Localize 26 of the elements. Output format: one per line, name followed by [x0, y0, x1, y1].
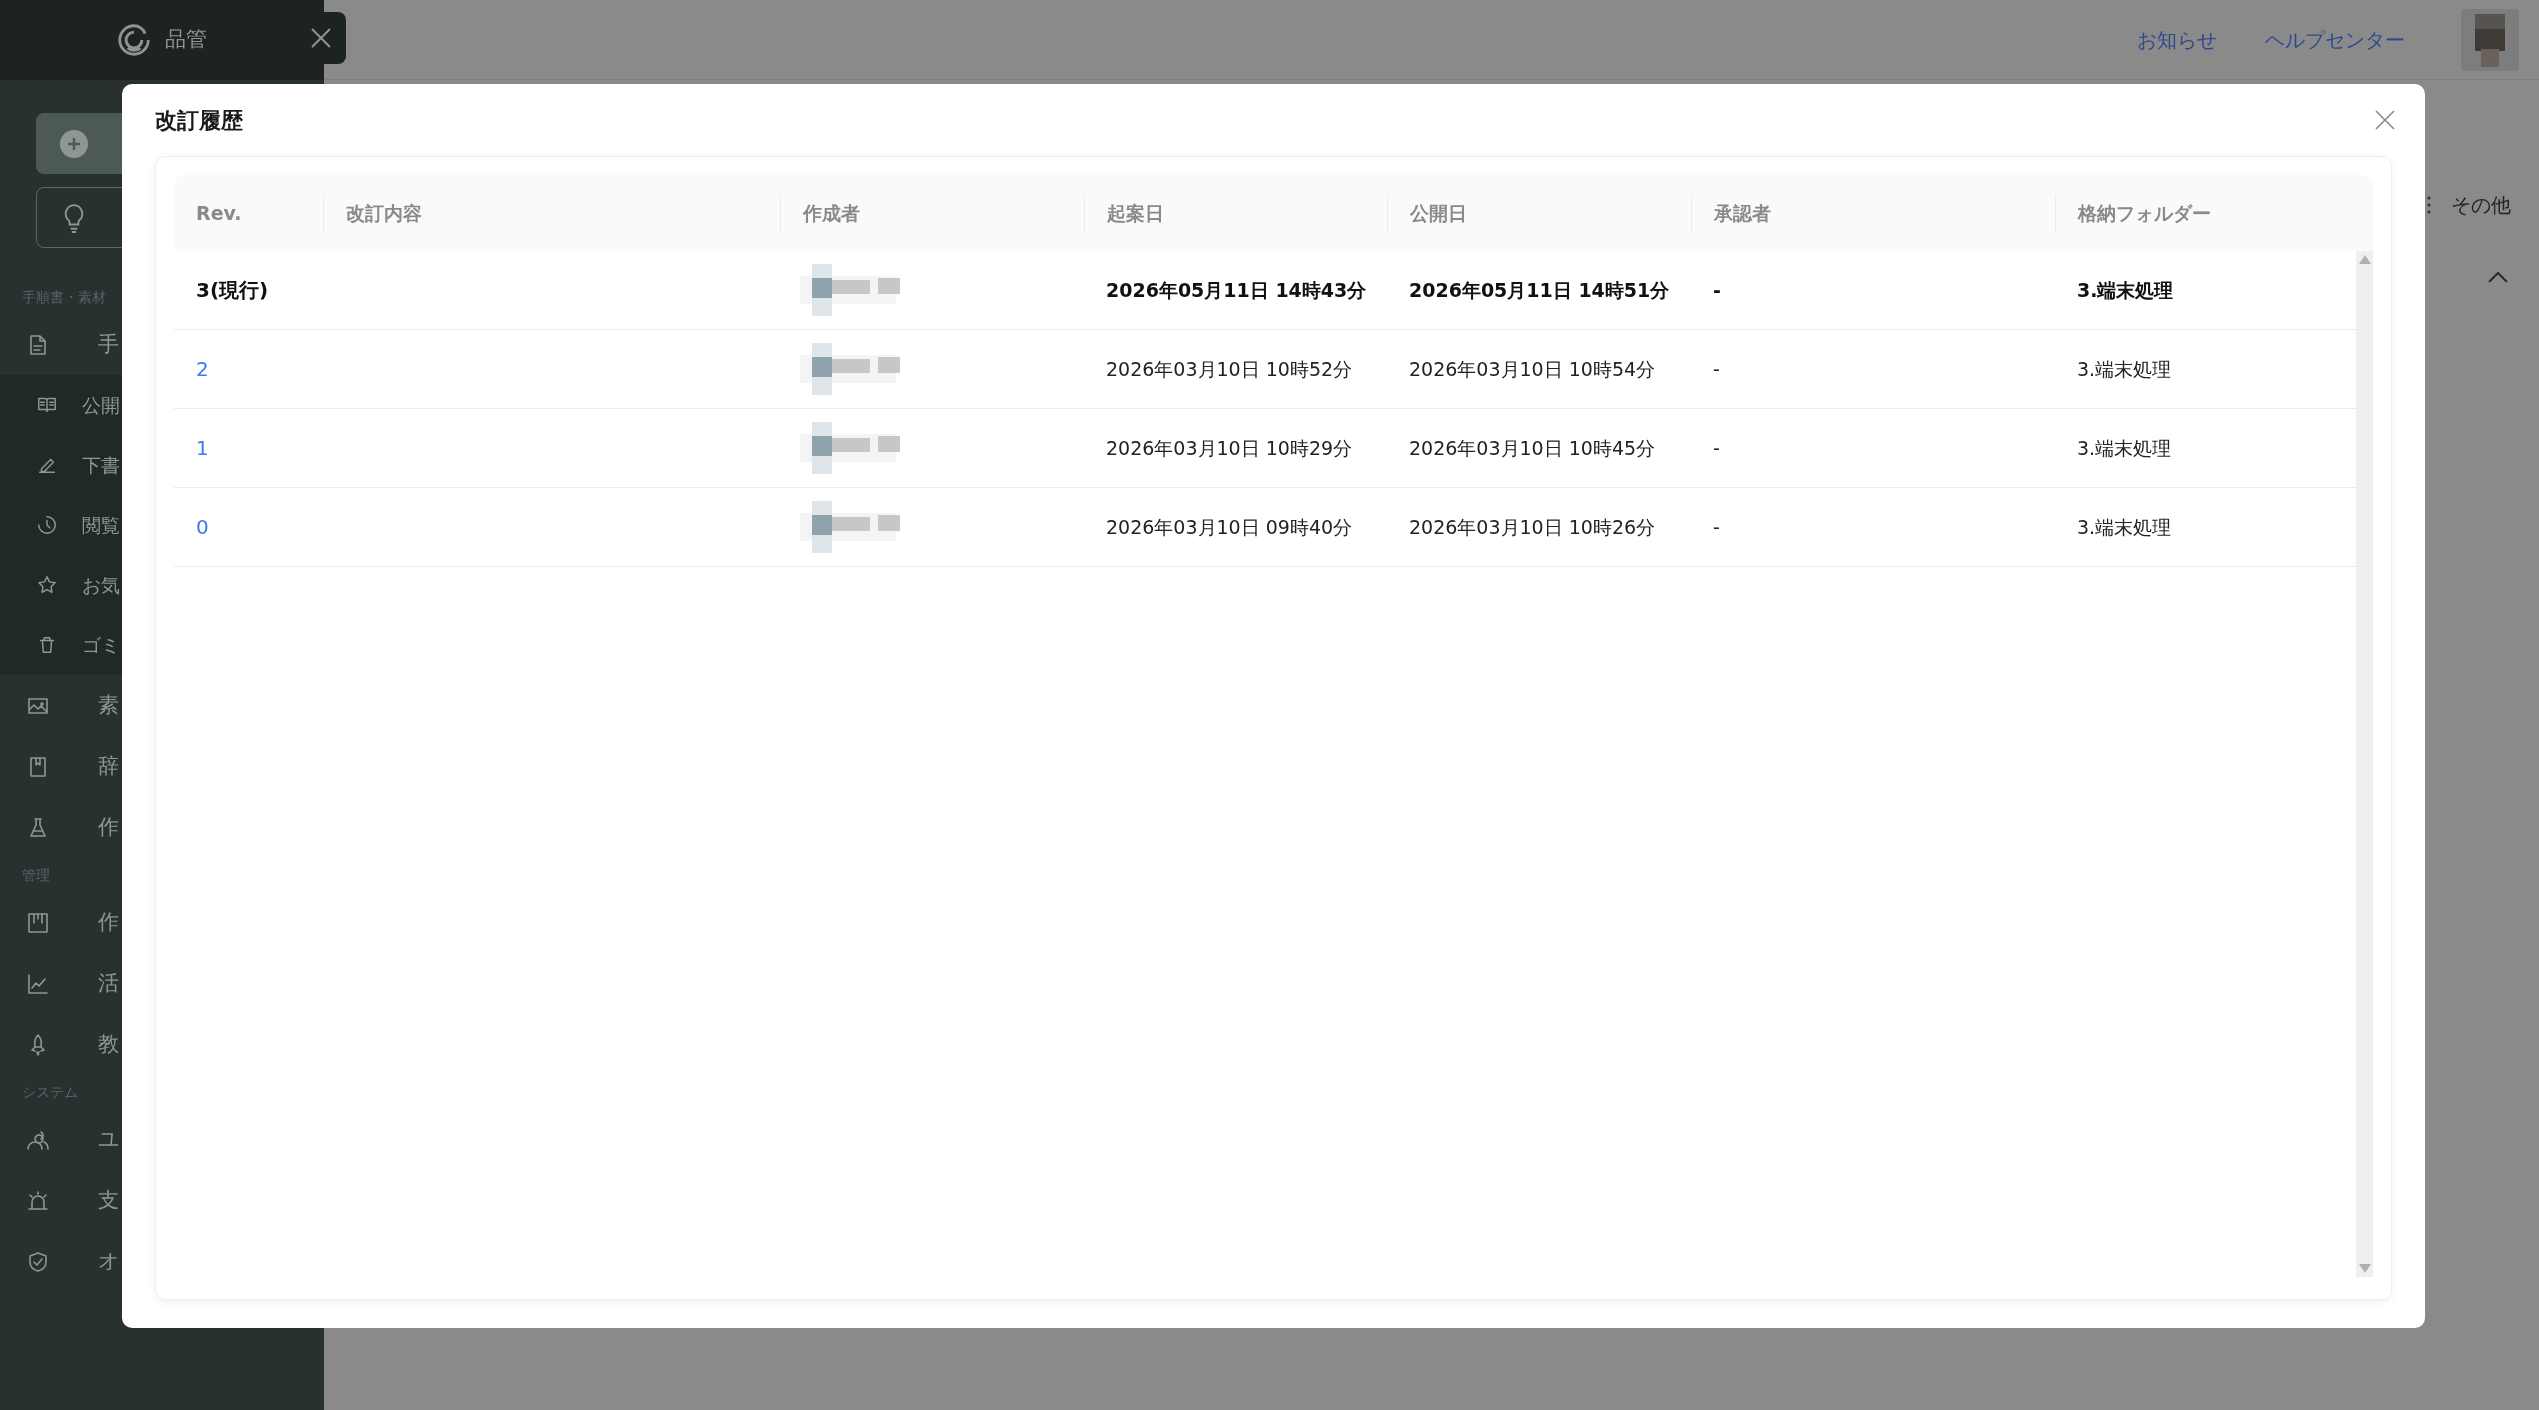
column-header: 作成者 — [803, 200, 860, 226]
table-cell: 3.端末処理 — [2077, 357, 2172, 380]
table-cell: - — [1713, 357, 1720, 380]
table-cell: 2026年03月10日 10時45分 — [1409, 436, 1656, 459]
column-header: 承認者 — [1714, 200, 1771, 226]
brand-name: 品管 — [165, 26, 207, 54]
table-cell: 2026年03月10日 10時29分 — [1106, 436, 1353, 459]
revision-label: 3(現行) — [196, 278, 269, 302]
column-header: 公開日 — [1410, 200, 1467, 226]
table-cell: - — [1713, 436, 1720, 459]
column-header: Rev. — [196, 200, 242, 226]
table-cell: 2026年05月11日 14時43分 — [1106, 278, 1367, 301]
table-cell: - — [1713, 515, 1720, 538]
table-cell: 2026年03月10日 10時26分 — [1409, 515, 1656, 538]
column-header: 起案日 — [1107, 200, 1164, 226]
table-cell: 2026年03月10日 09時40分 — [1106, 515, 1353, 538]
table-cell: 3.端末処理 — [2077, 436, 2172, 459]
column-header: 改訂内容 — [346, 200, 422, 226]
dialog-title: 改訂履歴 — [155, 106, 243, 135]
table-cell: - — [1713, 278, 1721, 301]
column-header: 格納フォルダー — [2078, 200, 2211, 226]
table-cell: 2026年03月10日 10時52分 — [1106, 357, 1353, 380]
table-cell: 2026年03月10日 10時54分 — [1409, 357, 1656, 380]
table-cell: 2026年05月11日 14時51分 — [1409, 278, 1670, 301]
table-cell: 3.端末処理 — [2077, 515, 2172, 538]
table-cell: 3.端末処理 — [2077, 278, 2174, 301]
